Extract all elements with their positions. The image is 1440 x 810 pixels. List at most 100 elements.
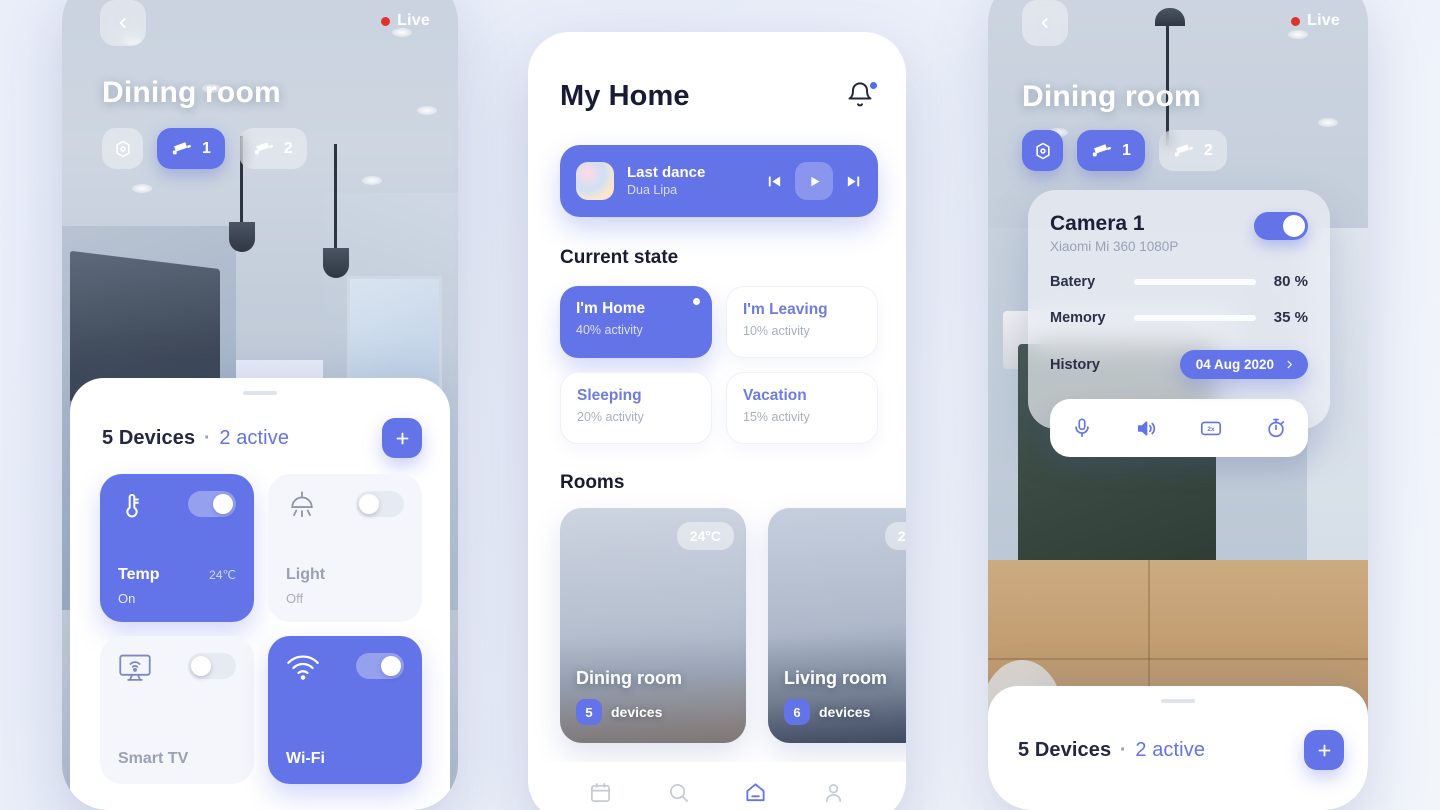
state-card-im-leaving[interactable]: I'm Leaving 10% activity [726, 286, 878, 358]
devices-count: 5 Devices [102, 426, 196, 449]
pendant-lamp-icon [291, 491, 313, 518]
notifications-button[interactable] [846, 79, 879, 113]
metric-memory: Memory 35 % [1050, 309, 1308, 326]
chip-camera-2[interactable]: 2 [1158, 130, 1227, 171]
cctv-camera-icon [1174, 143, 1193, 156]
chip-camera-1[interactable]: 1 [1077, 130, 1145, 171]
live-indicator: Live [1291, 12, 1340, 30]
state-card-vacation[interactable]: Vacation 15% activity [726, 372, 878, 444]
timer-button[interactable] [1256, 408, 1296, 448]
back-button[interactable] [100, 0, 146, 46]
history-date-button[interactable]: 04 Aug 2020 [1179, 350, 1308, 379]
speaker-volume-icon [1138, 420, 1156, 436]
chip-camera-2[interactable]: 2 [238, 128, 307, 169]
sheet-grabber[interactable] [1161, 699, 1195, 703]
state-card-sleeping[interactable]: Sleeping 20% activity [560, 372, 712, 444]
state-card-im-home[interactable]: I'm Home 40% activity [560, 286, 712, 358]
microphone-button[interactable] [1062, 408, 1102, 448]
room-device-label: devices [611, 704, 663, 720]
speaker-button[interactable] [1127, 408, 1167, 448]
plus-icon [396, 432, 408, 444]
device-card-smart-tv[interactable]: Smart TV [100, 636, 254, 784]
home-header: My Home [560, 79, 879, 113]
live-dot-icon [381, 16, 391, 26]
calendar-icon [591, 782, 611, 802]
state-name: I'm Home [576, 300, 646, 317]
devices-count: 5 Devices [1018, 738, 1112, 761]
right-phone-screen: Live Dining room 1 2 Camera 1 Xiaomi Mi … [988, 0, 1368, 810]
previous-button[interactable] [766, 173, 783, 190]
device-state: Off [286, 591, 304, 606]
history-row: History 04 Aug 2020 [1050, 350, 1308, 379]
room-card-dining-room[interactable]: 24°C Dining room 5 devices [560, 508, 746, 743]
chip-camera-2-label: 2 [1203, 141, 1213, 159]
left-phone-screen: Live Dining room 1 2 5 Devices · 2 activ… [62, 0, 458, 810]
cctv-camera-icon [1092, 143, 1112, 156]
device-toggle-temp[interactable] [188, 491, 236, 517]
nav-profile[interactable] [811, 772, 855, 810]
next-button[interactable] [845, 173, 862, 190]
room-title: Dining room [102, 76, 281, 109]
devices-sheet: 5 Devices · 2 active [988, 686, 1368, 810]
device-card-temp[interactable]: Temp 24℃ On [100, 474, 254, 622]
device-toggle-smart-tv[interactable] [188, 653, 236, 679]
camera-power-toggle[interactable] [1254, 212, 1308, 240]
device-name: Light [286, 566, 326, 583]
music-player-card[interactable]: Last dance Dua Lipa [560, 145, 878, 217]
state-activity: 40% activity [576, 323, 643, 337]
device-grid: Temp 24℃ On Light Off Smart TV Wi-Fi [100, 474, 422, 784]
nav-calendar[interactable] [579, 772, 623, 810]
camera-chip-group: 1 2 [1022, 130, 1227, 171]
chip-settings[interactable] [102, 128, 143, 169]
skip-previous-icon [768, 176, 781, 186]
timer-icon [1268, 418, 1284, 438]
metric-value: 80 % [1273, 273, 1308, 290]
devices-active: 2 active [219, 426, 290, 449]
room-title: Dining room [1022, 80, 1201, 113]
devices-active: 2 active [1135, 738, 1206, 761]
play-button[interactable] [795, 162, 833, 200]
screenshot-2x-icon: 2x [1201, 421, 1222, 436]
device-toggle-wifi[interactable] [356, 653, 404, 679]
wifi-icon [287, 655, 319, 680]
nav-home[interactable] [734, 772, 778, 810]
selected-dot-icon [693, 298, 700, 305]
sheet-grabber[interactable] [243, 391, 277, 395]
chip-camera-1-label: 1 [1122, 141, 1131, 159]
live-dot-icon [1291, 16, 1301, 26]
chip-camera-2-label: 2 [283, 139, 293, 157]
device-card-light[interactable]: Light Off [268, 474, 422, 622]
track-title: Last dance [627, 163, 706, 181]
device-toggle-light[interactable] [356, 491, 404, 517]
rooms-heading: Rooms [560, 472, 625, 493]
history-date: 04 Aug 2020 [1195, 357, 1274, 372]
separator: · [1119, 738, 1127, 761]
room-device-label: devices [819, 704, 871, 720]
state-activity: 10% activity [743, 324, 810, 338]
skip-next-icon [847, 176, 860, 186]
home-icon [746, 782, 765, 801]
svg-text:2x: 2x [1208, 426, 1216, 433]
room-temperature: 24°C [676, 522, 734, 550]
chip-settings[interactable] [1022, 130, 1063, 171]
current-state-heading: Current state [560, 247, 679, 268]
live-label: Live [1307, 12, 1340, 29]
history-label: History [1050, 356, 1100, 373]
room-device-count: 6 [784, 699, 810, 725]
chip-camera-1[interactable]: 1 [157, 128, 225, 169]
screenshot-button[interactable]: 2x [1191, 408, 1231, 448]
back-button[interactable] [1022, 0, 1068, 46]
nav-search[interactable] [656, 772, 700, 810]
rooms-carousel[interactable]: 24°C Dining room 5 devices 26°C Living r… [560, 508, 906, 743]
state-name: Sleeping [577, 387, 642, 404]
cctv-camera-icon [172, 141, 192, 154]
play-icon [810, 176, 819, 186]
room-card-living-room[interactable]: 26°C Living room 6 devices [768, 508, 906, 743]
chevron-right-icon [1287, 360, 1292, 369]
metric-value: 35 % [1273, 309, 1308, 326]
device-card-wifi[interactable]: Wi-Fi [268, 636, 422, 784]
add-device-button[interactable] [1304, 730, 1344, 770]
metric-label: Batery [1050, 273, 1096, 290]
devices-sheet: 5 Devices · 2 active [70, 378, 450, 810]
add-device-button[interactable] [382, 418, 422, 458]
